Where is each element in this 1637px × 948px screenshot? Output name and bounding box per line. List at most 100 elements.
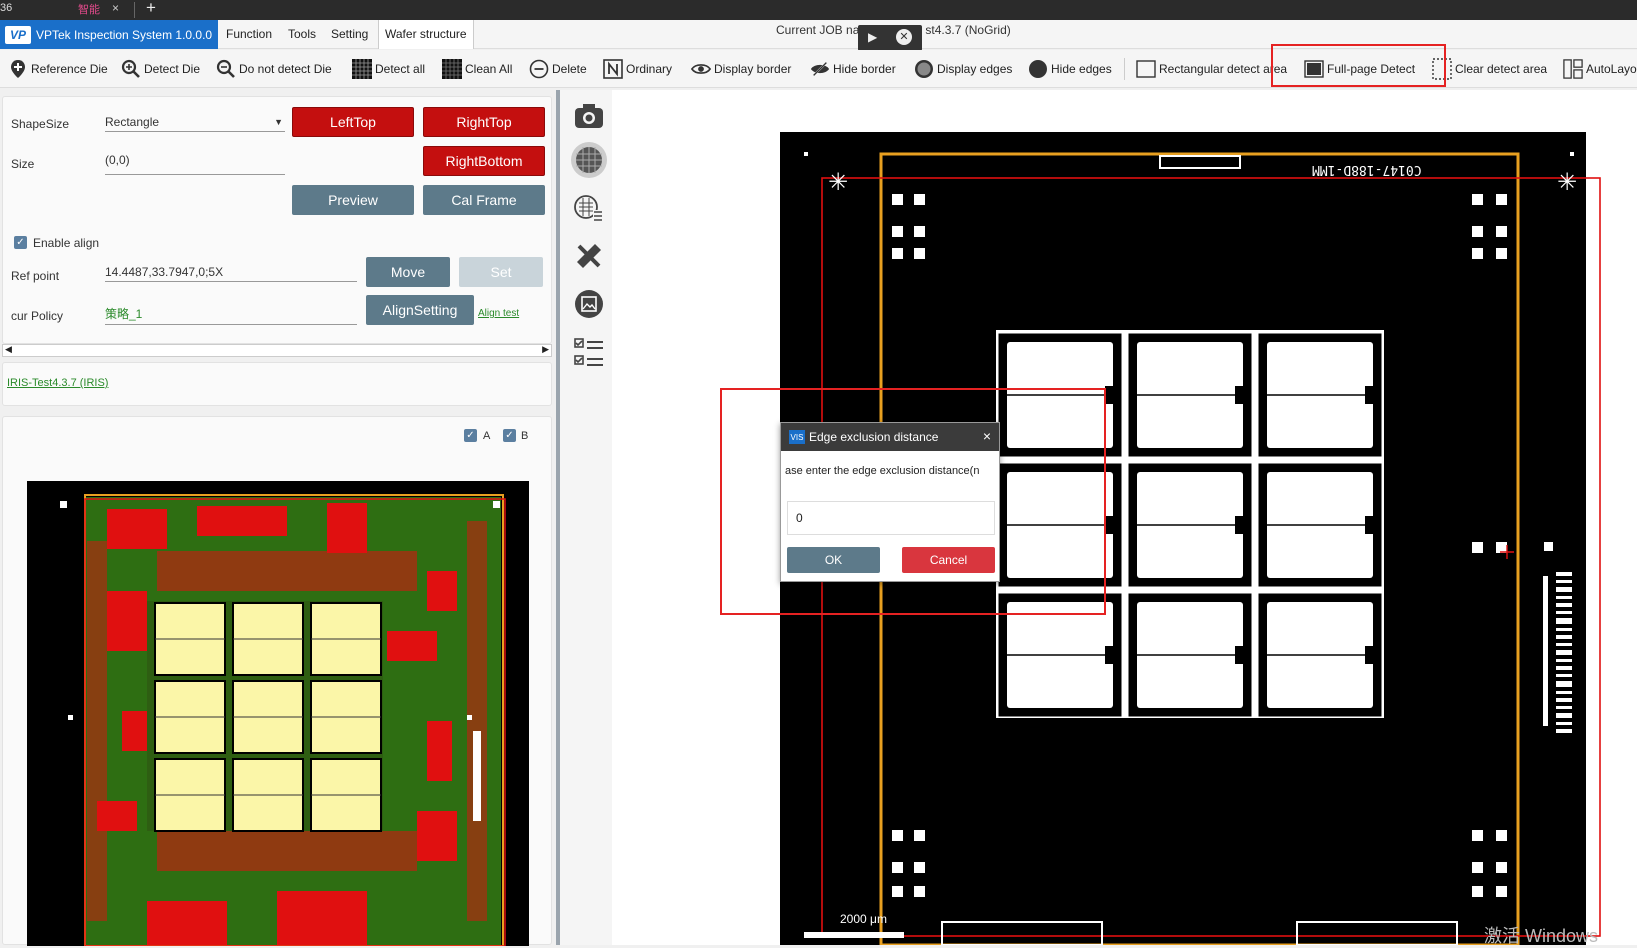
grid-icon (352, 59, 372, 79)
image-settings-icon[interactable] (571, 286, 607, 322)
display-edges-button[interactable]: Display edges (914, 58, 1012, 80)
pointer-icon[interactable]: ▶︎ (868, 30, 877, 44)
move-button[interactable]: Move (366, 257, 450, 287)
delete-button[interactable]: Delete (529, 58, 587, 80)
detect-all-label: Detect all (375, 62, 426, 76)
app-brand: VP VPTek Inspection System 1.0.0.0 (0, 20, 218, 49)
new-tab-icon[interactable]: + (146, 0, 156, 18)
enable-align-checkbox[interactable]: ✓ (14, 236, 27, 249)
layer-a-label: A (483, 430, 491, 442)
menu-tools[interactable]: Tools (288, 27, 316, 41)
menu-wafer-structure[interactable]: Wafer structure (378, 20, 474, 49)
rect-detect-area-button[interactable]: Rectangular detect area (1136, 58, 1287, 80)
full-page-detect-highlight (1271, 44, 1446, 87)
ref-point-field[interactable]: 14.4487,33.7947,0;5X (105, 265, 357, 282)
auto-layout-button[interactable]: AutoLayo (1563, 58, 1637, 80)
wafer-list-icon[interactable] (571, 190, 607, 226)
display-edges-label: Display edges (937, 62, 1013, 76)
wafer-icon[interactable] (571, 142, 607, 178)
shapesize-label: ShapeSize (11, 117, 70, 131)
vertical-tool-strip (556, 90, 612, 945)
hide-edges-label: Hide edges (1051, 62, 1112, 76)
enable-align-label: Enable align (33, 236, 100, 250)
set-button[interactable]: Set (459, 257, 543, 287)
wafer-preview-card: ✓ A ✓ B (2, 416, 552, 946)
camera-icon[interactable] (571, 98, 607, 134)
align-test-link[interactable]: Align test (478, 308, 519, 319)
display-border-label: Display border (714, 62, 792, 76)
lefttop-button[interactable]: LeftTop (292, 107, 414, 137)
clean-all-button[interactable]: Clean All (442, 58, 512, 80)
ring-icon (914, 59, 934, 79)
layer-b-checkbox[interactable]: ✓ (503, 429, 516, 442)
rightbottom-button[interactable]: RightBottom (423, 146, 545, 176)
n-box-icon (603, 59, 623, 79)
hide-border-button[interactable]: Hide border (810, 58, 896, 80)
ref-point-value: 14.4487,33.7947,0;5X (105, 265, 224, 279)
toolbar-divider (1124, 58, 1125, 80)
svg-text:✳: ✳ (828, 168, 848, 196)
ordinary-label: Ordinary (626, 62, 673, 76)
tab-close-icon[interactable]: × (112, 1, 119, 15)
layout-icon (1563, 59, 1583, 79)
scroll-left-icon[interactable]: ◀ (5, 344, 12, 355)
minus-circle-icon (529, 59, 549, 79)
clean-all-label: Clean All (465, 62, 513, 76)
die-settings-card: ShapeSize Rectangle ▼ Size (0,0) LeftTop… (2, 96, 552, 344)
clear-detect-area-label: Clear detect area (1455, 62, 1548, 76)
size-field[interactable]: (0,0) (105, 153, 285, 175)
do-not-detect-die-label: Do not detect Die (239, 62, 332, 76)
hide-edges-button[interactable]: Hide edges (1028, 58, 1112, 80)
reference-die-label: Reference Die (31, 62, 108, 76)
recipe-link[interactable]: IRIS-Test4.3.7 (IRIS) (7, 377, 108, 389)
search-plus-icon (121, 59, 141, 79)
svg-text:✳: ✳ (1557, 168, 1577, 196)
size-label: Size (11, 157, 35, 171)
detect-die-button[interactable]: Detect Die (121, 58, 200, 80)
filled-circle-icon (1028, 59, 1048, 79)
die-thumbnail[interactable] (27, 481, 529, 946)
preview-button[interactable]: Preview (292, 185, 414, 215)
chevron-down-icon: ▼ (274, 117, 283, 127)
screen-share-control[interactable]: ▶︎ ✕ (858, 25, 922, 51)
checklist-icon[interactable] (571, 334, 607, 370)
cur-policy-value: 策略_1 (105, 307, 143, 321)
detect-all-button[interactable]: Detect all (352, 58, 425, 80)
eye-slash-icon (810, 59, 830, 79)
display-border-button[interactable]: Display border (691, 58, 791, 80)
rectangle-icon (1136, 59, 1156, 79)
righttop-button[interactable]: RightTop (423, 107, 545, 137)
ruler-pencil-icon[interactable] (571, 238, 607, 274)
tab-divider (134, 2, 135, 18)
shapesize-select[interactable]: Rectangle ▼ (105, 115, 285, 132)
menu-function[interactable]: Function (226, 27, 272, 41)
app-logo-icon: VP (5, 25, 31, 44)
layer-a-checkbox[interactable]: ✓ (464, 429, 477, 442)
reference-die-button[interactable]: Reference Die (8, 58, 108, 80)
do-not-detect-die-button[interactable]: Do not detect Die (216, 58, 332, 80)
cur-policy-field[interactable]: 策略_1 (105, 305, 357, 325)
recipe-card: IRIS-Test4.3.7 (IRIS) (2, 362, 552, 406)
menu-setting[interactable]: Setting (331, 27, 368, 41)
detect-die-label: Detect Die (144, 62, 201, 76)
shapesize-value: Rectangle (105, 115, 160, 129)
pin-plus-icon (8, 59, 28, 79)
windows-watermark: 激活 Windows (1484, 926, 1599, 946)
stop-share-icon[interactable]: ✕ (896, 29, 912, 45)
search-minus-icon (216, 59, 236, 79)
align-setting-button[interactable]: AlignSetting (366, 295, 474, 325)
cal-frame-button[interactable]: Cal Frame (423, 185, 545, 215)
rect-detect-area-label: Rectangular detect area (1159, 62, 1288, 76)
scroll-right-icon[interactable]: ▶ (542, 344, 549, 355)
horizontal-scrollbar[interactable]: ◀ ▶ (2, 344, 552, 357)
hide-border-label: Hide border (833, 62, 896, 76)
ordinary-button[interactable]: Ordinary (603, 58, 672, 80)
chip-label: C0147-188D-1MM (1312, 162, 1422, 177)
clear-detect-area-button[interactable]: Clear detect area (1432, 58, 1547, 80)
dialog-highlight-box (720, 388, 1106, 615)
tab-left-text: 36 (0, 2, 13, 14)
grid-clear-icon (442, 59, 462, 79)
tab-label[interactable]: 智能 (78, 1, 100, 17)
job-label-left: Current JOB na (776, 23, 860, 37)
layer-b-label: B (521, 430, 529, 442)
